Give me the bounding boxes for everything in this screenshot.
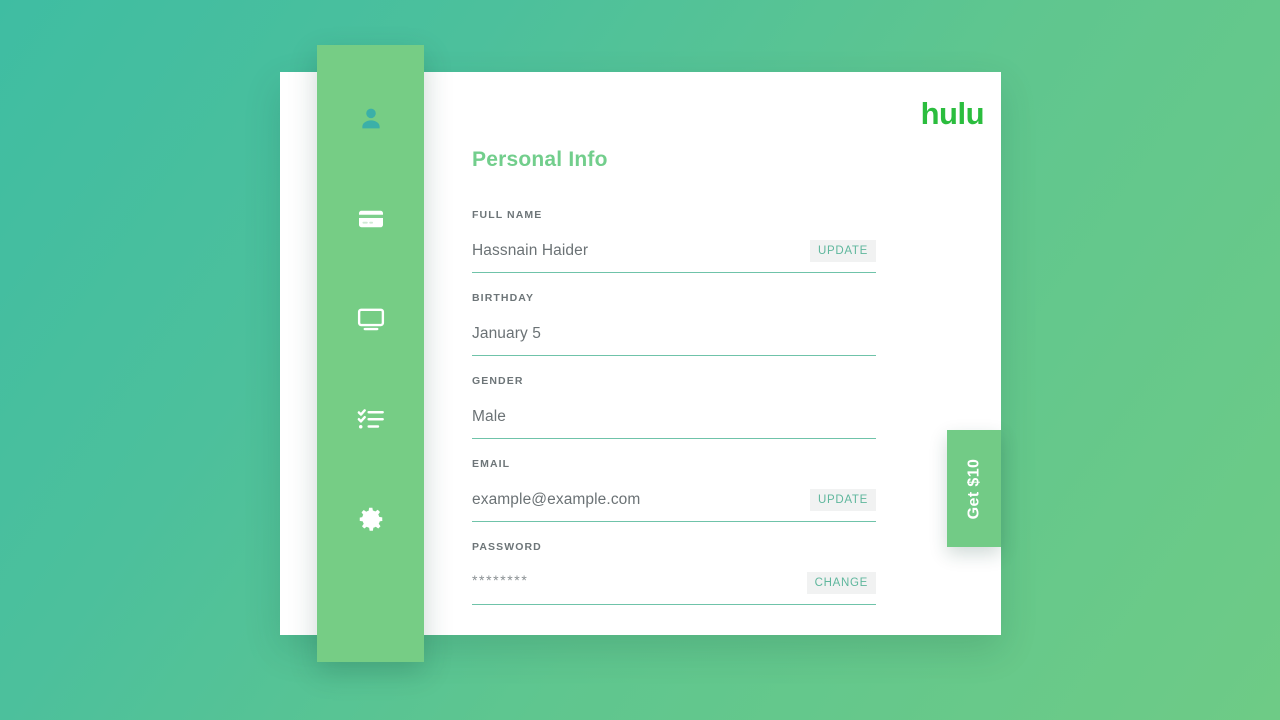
field-label-gender: GENDER bbox=[472, 375, 524, 387]
tv-icon bbox=[356, 304, 386, 334]
app-stage: hulu Personal Info FULL NAME Hassnain Ha… bbox=[0, 0, 1280, 720]
sidebar-nav bbox=[317, 45, 424, 662]
field-row-birthday: January 5 bbox=[472, 313, 876, 356]
credit-card-icon bbox=[356, 204, 386, 234]
field-label-email: EMAIL bbox=[472, 458, 511, 470]
sidebar-item-devices[interactable] bbox=[317, 269, 424, 369]
field-value-password[interactable]: ******** bbox=[472, 572, 807, 588]
page-title: Personal Info bbox=[472, 148, 608, 171]
field-label-birthday: BIRTHDAY bbox=[472, 292, 535, 304]
sidebar-item-billing[interactable] bbox=[317, 169, 424, 269]
field-value-email[interactable]: example@example.com bbox=[472, 491, 810, 509]
field-row-full-name: Hassnain Haider UPDATE bbox=[472, 230, 876, 273]
checklist-icon bbox=[357, 405, 385, 433]
field-label-password: PASSWORD bbox=[472, 541, 542, 553]
change-password-button[interactable]: CHANGE bbox=[806, 572, 876, 594]
field-email: EMAIL example@example.com UPDATE bbox=[472, 458, 977, 522]
update-email-button[interactable]: UPDATE bbox=[810, 489, 876, 511]
field-password: PASSWORD ******** CHANGE bbox=[472, 541, 977, 605]
field-row-gender: Male bbox=[472, 396, 876, 439]
field-gender: GENDER Male bbox=[472, 375, 977, 439]
field-value-gender[interactable]: Male bbox=[472, 408, 876, 426]
update-full-name-button[interactable]: UPDATE bbox=[810, 240, 876, 262]
get-promo-label: Get $10 bbox=[965, 458, 982, 519]
user-icon bbox=[357, 105, 385, 133]
field-row-email: example@example.com UPDATE bbox=[472, 479, 876, 522]
get-promo-tab[interactable]: Get $10 bbox=[947, 430, 1001, 547]
field-full-name: FULL NAME Hassnain Haider UPDATE bbox=[472, 209, 977, 273]
field-birthday: BIRTHDAY January 5 bbox=[472, 292, 977, 356]
sidebar-item-profile[interactable] bbox=[317, 69, 424, 169]
gear-icon bbox=[356, 504, 386, 534]
field-value-birthday[interactable]: January 5 bbox=[472, 325, 876, 343]
profile-content: hulu Personal Info FULL NAME Hassnain Ha… bbox=[424, 72, 1001, 635]
sidebar-item-watchlist[interactable] bbox=[317, 369, 424, 469]
personal-info-form: FULL NAME Hassnain Haider UPDATE BIRTHDA… bbox=[472, 209, 977, 605]
field-label-full-name: FULL NAME bbox=[472, 209, 543, 221]
hulu-logo: hulu bbox=[920, 96, 985, 131]
field-value-full-name[interactable]: Hassnain Haider bbox=[472, 242, 810, 260]
sidebar-item-settings[interactable] bbox=[317, 469, 424, 569]
field-row-password: ******** CHANGE bbox=[472, 562, 876, 605]
